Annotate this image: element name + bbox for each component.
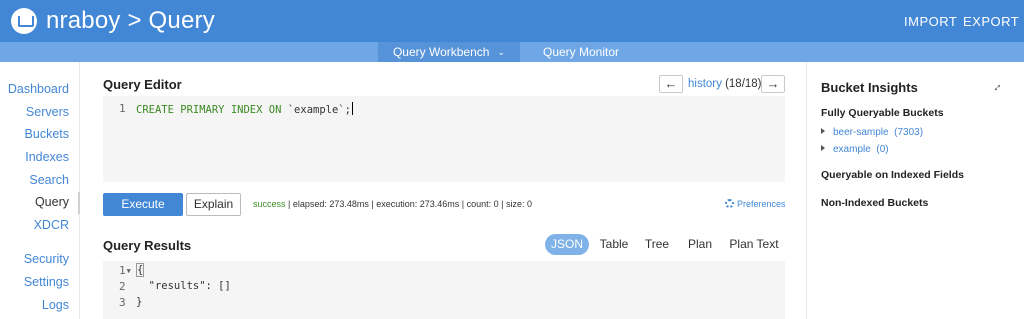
code-identifier: `example`; xyxy=(281,104,351,116)
query-editor[interactable]: 1 CREATE PRIMARY INDEX ON `example`; xyxy=(103,96,785,182)
result-line: } xyxy=(136,296,143,308)
history-prev-button[interactable]: ← xyxy=(659,75,683,93)
history-link[interactable]: history xyxy=(688,78,722,90)
query-results-title: Query Results xyxy=(103,238,192,253)
fully-queryable-heading: Fully Queryable Buckets xyxy=(821,107,944,119)
explain-button[interactable]: Explain xyxy=(186,193,241,216)
query-status: success | elapsed: 273.48ms | execution:… xyxy=(253,199,532,209)
line-number: 1 xyxy=(119,102,126,115)
sidebar-item-servers[interactable]: Servers xyxy=(26,105,69,119)
line-number: 1▼ xyxy=(119,264,131,277)
tab-plan[interactable]: Plan xyxy=(683,234,717,255)
bucket-item-example[interactable]: example (0) xyxy=(821,144,889,155)
tab-label: Query Monitor xyxy=(542,45,620,59)
sidebar-item-query[interactable]: Query xyxy=(35,195,69,209)
query-code-line[interactable]: CREATE PRIMARY INDEX ON `example`; xyxy=(136,102,353,116)
tab-query-workbench[interactable]: Query Workbench ⌄ xyxy=(378,42,520,62)
result-line: { xyxy=(136,263,145,277)
bucket-item-beer-sample[interactable]: beer-sample (7303) xyxy=(821,127,923,138)
history-count: (18/18) xyxy=(725,78,762,90)
import-link[interactable]: IMPORT xyxy=(904,14,957,29)
export-link[interactable]: EXPORT xyxy=(963,14,1019,29)
arrow-left-icon: ← xyxy=(664,76,678,91)
result-line: "results": [] xyxy=(136,280,231,292)
query-editor-title: Query Editor xyxy=(103,77,182,92)
history-next-button[interactable]: → xyxy=(761,75,785,93)
line-number: 3 xyxy=(119,296,126,309)
sidebar-item-indexes[interactable]: Indexes xyxy=(25,150,69,164)
bucket-insights-panel: Bucket Insights ↕ Fully Queryable Bucket… xyxy=(806,62,1024,319)
sidebar-item-logs[interactable]: Logs xyxy=(42,298,69,312)
chevron-down-icon: ⌄ xyxy=(497,47,506,57)
indexed-fields-heading: Queryable on Indexed Fields xyxy=(821,169,964,181)
sidebar-item-buckets[interactable]: Buckets xyxy=(25,127,69,141)
text-cursor xyxy=(351,102,353,115)
gear-icon xyxy=(725,199,734,208)
sub-navigation: Query Workbench ⌄ Query Monitor xyxy=(0,42,1024,62)
code-keywords: CREATE PRIMARY INDEX ON xyxy=(136,104,282,116)
sidebar: Dashboard Servers Buckets Indexes Search… xyxy=(0,62,80,319)
tab-plan-text[interactable]: Plan Text xyxy=(727,234,781,255)
sidebar-item-search[interactable]: Search xyxy=(29,173,69,187)
non-indexed-heading: Non-Indexed Buckets xyxy=(821,197,929,209)
tab-query-monitor[interactable]: Query Monitor xyxy=(532,42,630,62)
arrow-right-icon: → xyxy=(766,76,780,91)
tab-tree[interactable]: Tree xyxy=(641,234,673,255)
status-success: success xyxy=(253,199,286,209)
tab-table[interactable]: Table xyxy=(595,234,633,255)
couchbase-logo-icon xyxy=(11,8,37,34)
sidebar-item-settings[interactable]: Settings xyxy=(24,275,69,289)
preferences-label: Preferences xyxy=(737,199,786,209)
sidebar-item-xdcr[interactable]: XDCR xyxy=(34,218,69,232)
active-indicator xyxy=(78,192,80,214)
bucket-insights-title: Bucket Insights xyxy=(821,80,918,95)
tab-label: Query Workbench xyxy=(392,45,490,59)
execute-button[interactable]: Execute xyxy=(103,193,183,216)
tab-json[interactable]: JSON xyxy=(545,234,589,255)
expand-icon[interactable]: ↕ xyxy=(991,80,1005,94)
sidebar-item-dashboard[interactable]: Dashboard xyxy=(8,82,69,96)
sidebar-item-security[interactable]: Security xyxy=(24,252,69,266)
fold-arrow-icon[interactable]: ▼ xyxy=(127,267,131,275)
caret-right-icon xyxy=(821,145,825,151)
caret-right-icon xyxy=(821,128,825,134)
history-indicator: history (18/18) xyxy=(688,78,762,90)
line-number: 2 xyxy=(119,280,126,293)
status-details: | elapsed: 273.48ms | execution: 273.46m… xyxy=(285,199,533,209)
results-viewer[interactable]: 1▼ { 2 "results": [] 3 } xyxy=(103,261,785,319)
top-header: nraboy > Query IMPORT EXPORT xyxy=(0,0,1024,42)
preferences-link[interactable]: Preferences xyxy=(725,199,786,209)
page-title: nraboy > Query xyxy=(46,7,215,34)
